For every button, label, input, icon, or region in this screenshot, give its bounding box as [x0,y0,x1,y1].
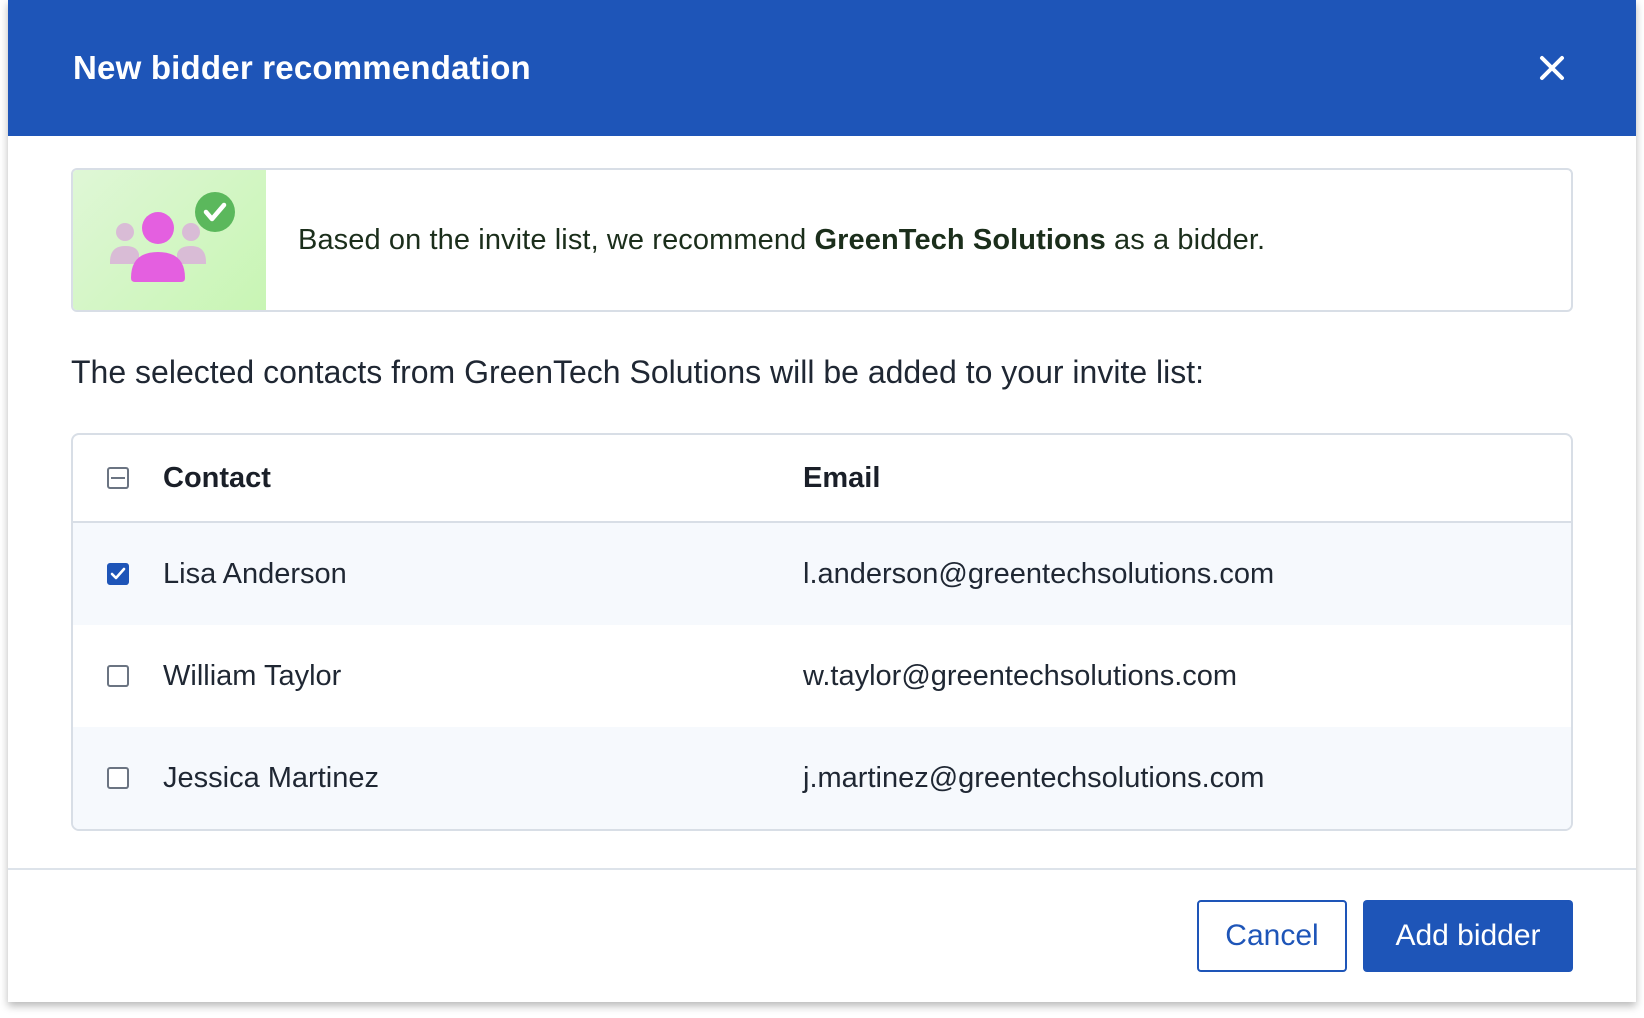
dialog-header: New bidder recommendation [8,0,1636,136]
check-icon [110,567,126,580]
contact-email: j.martinez@greentechsolutions.com [803,761,1265,794]
recommendation-banner: Based on the invite list, we recommend G… [71,168,1573,312]
close-button[interactable] [1530,46,1574,90]
banner-illustration [73,170,266,310]
column-header-email[interactable]: Email [803,462,1571,495]
table-row[interactable]: Lisa Anderson l.anderson@greentechsoluti… [73,523,1571,625]
add-bidder-button[interactable]: Add bidder [1363,900,1573,972]
table-header-row: Contact Email [73,435,1571,523]
contact-name: William Taylor [163,659,342,692]
cancel-button[interactable]: Cancel [1197,900,1347,972]
table-row[interactable]: William Taylor w.taylor@greentechsolutio… [73,625,1571,727]
contacts-table: Contact Email Lisa Anderson l.anderson@g… [71,433,1573,831]
recommendation-dialog: New bidder recommendation Based on the i… [8,0,1636,1002]
banner-message: Based on the invite list, we recommend G… [266,224,1265,257]
row-checkbox[interactable] [107,665,129,687]
banner-text-before: Based on the invite list, we recommend [298,223,815,256]
minus-icon [111,477,125,479]
close-icon [1540,56,1564,80]
group-check-icon [109,192,235,282]
dialog-footer: Cancel Add bidder [8,868,1636,1002]
dialog-body: Based on the invite list, we recommend G… [8,136,1636,831]
intro-text: The selected contacts from GreenTech Sol… [71,354,1205,390]
column-header-contact[interactable]: Contact [163,462,803,495]
banner-text-after: as a bidder. [1105,223,1266,256]
banner-company: GreenTech Solutions [814,223,1106,256]
select-all-checkbox[interactable] [107,467,129,489]
table-row[interactable]: Jessica Martinez j.martinez@greentechsol… [73,727,1571,829]
contact-email: w.taylor@greentechsolutions.com [803,659,1238,692]
dialog-title: New bidder recommendation [73,49,531,86]
contact-email: l.anderson@greentechsolutions.com [803,557,1275,590]
contact-name: Lisa Anderson [163,557,347,590]
row-checkbox[interactable] [107,563,129,585]
row-checkbox[interactable] [107,767,129,789]
contact-name: Jessica Martinez [163,761,379,794]
